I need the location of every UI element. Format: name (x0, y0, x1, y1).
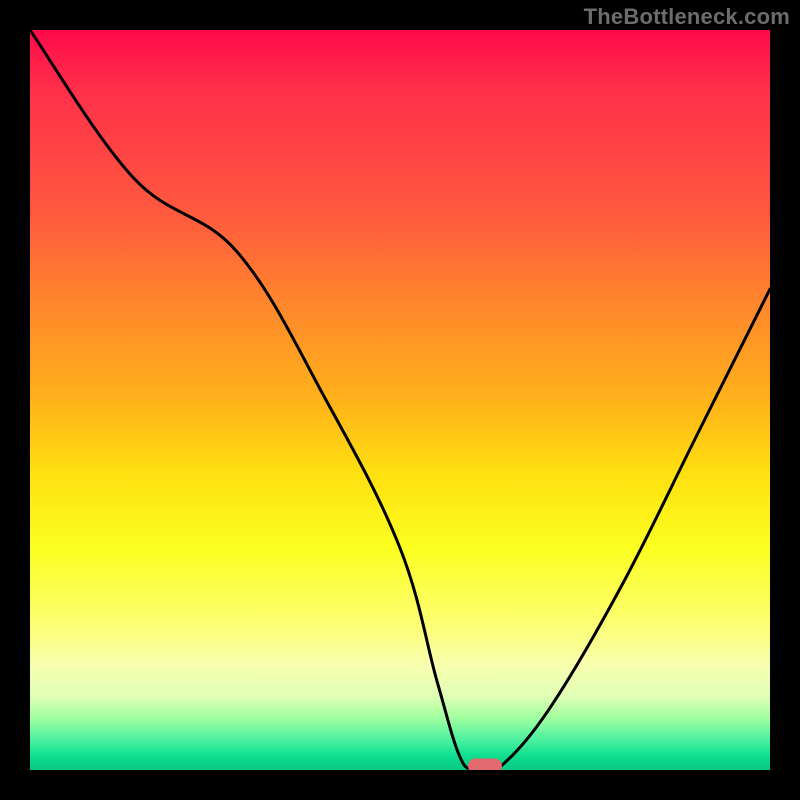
chart-frame: TheBottleneck.com (0, 0, 800, 800)
curve-path (30, 30, 770, 770)
watermark-text: TheBottleneck.com (584, 4, 790, 30)
bottleneck-curve (30, 30, 770, 770)
plot-area (30, 30, 770, 770)
optimal-marker (468, 759, 502, 771)
